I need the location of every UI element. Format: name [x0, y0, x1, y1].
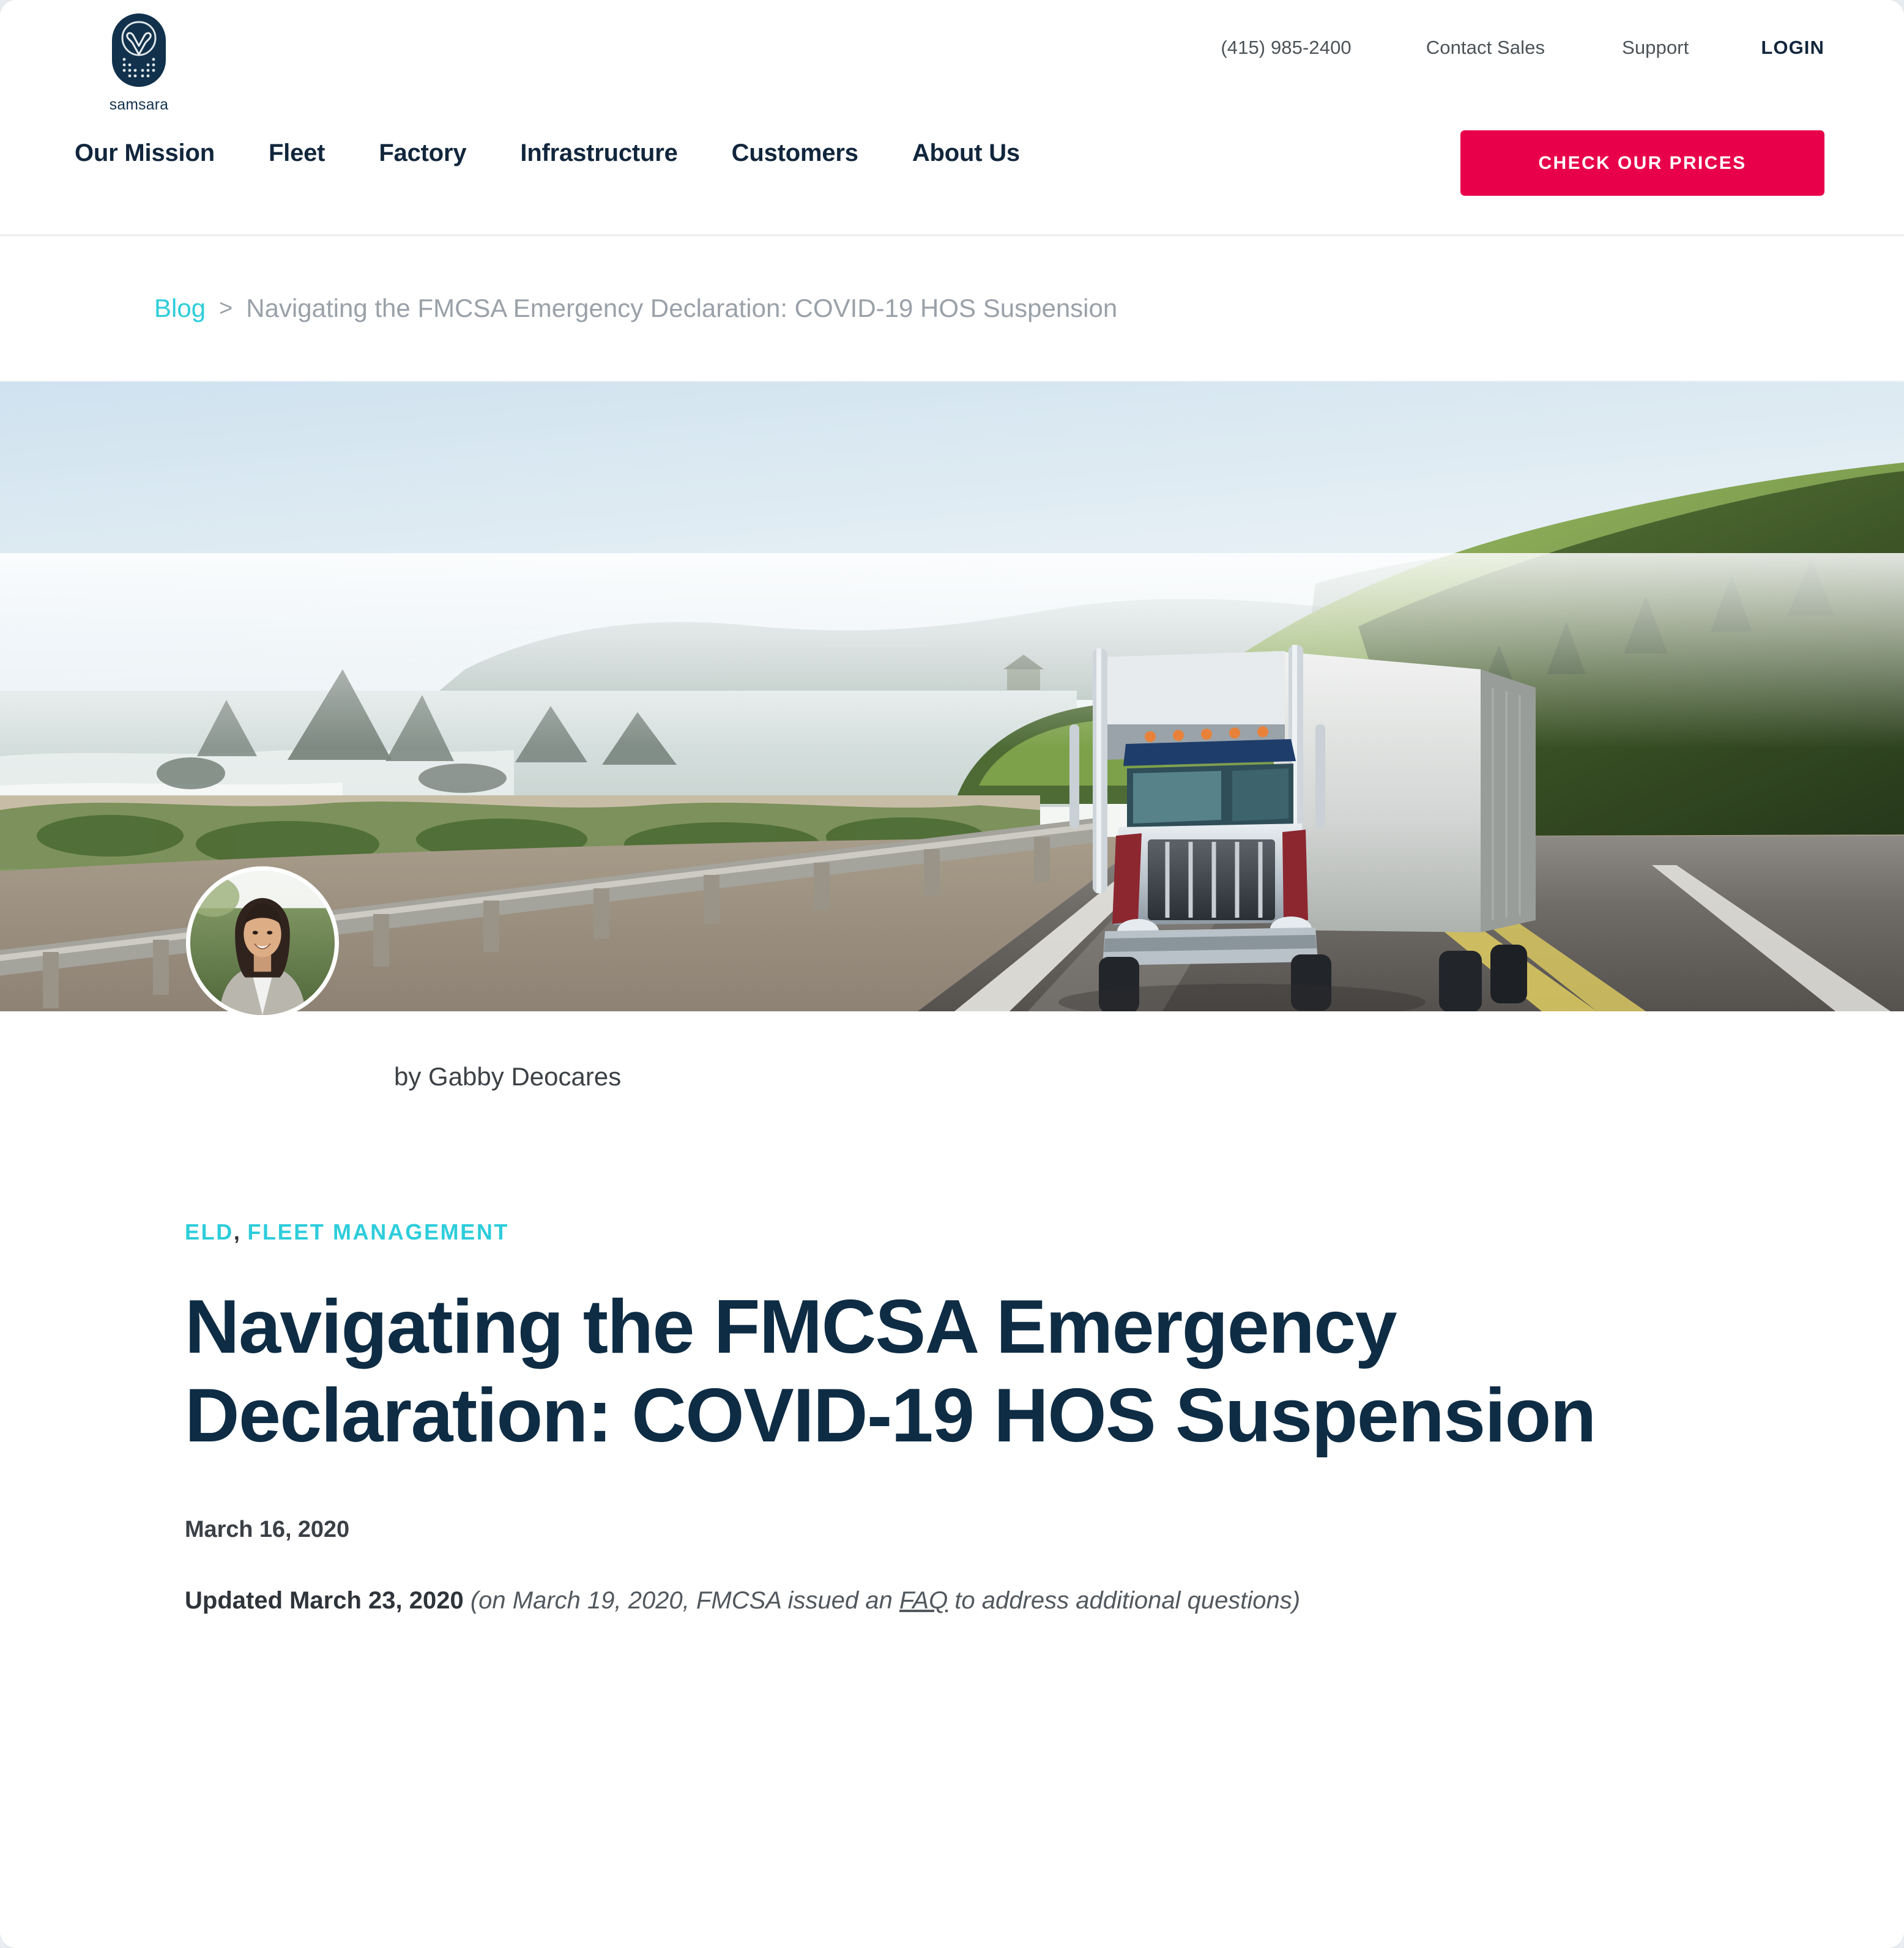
samsara-wordmark-icon: samsara — [110, 97, 168, 113]
nav-item-customers[interactable]: Customers — [732, 139, 858, 167]
main-nav: Our Mission Fleet Factory Infrastructure… — [75, 139, 1020, 167]
updated-note: Updated March 23, 2020 (on March 19, 202… — [185, 1581, 1623, 1620]
nav-item-about-us[interactable]: About Us — [912, 139, 1020, 167]
updated-italic-close: to address additional questions) — [948, 1587, 1301, 1615]
contact-sales-link[interactable]: Contact Sales — [1426, 37, 1545, 59]
breadcrumb-current: Navigating the FMCSA Emergency Declarati… — [246, 294, 1118, 322]
article: ELD , FLEET MANAGEMENT Navigating the FM… — [0, 1219, 1904, 1621]
author-photo-icon — [190, 871, 335, 1015]
category-separator: , — [233, 1219, 242, 1244]
publish-date: March 16, 2020 — [185, 1517, 349, 1543]
nav-item-factory[interactable]: Factory — [379, 139, 466, 167]
site-header: samsara (415) 985-2400 Contact Sales Sup… — [0, 0, 1904, 236]
nav-item-infrastructure[interactable]: Infrastructure — [520, 139, 677, 167]
samsara-owl-logo-icon — [112, 13, 166, 87]
category-fleet-management[interactable]: FLEET MANAGEMENT — [247, 1219, 509, 1245]
svg-text:samsara: samsara — [110, 97, 168, 113]
breadcrumb-separator-icon: > — [219, 295, 233, 321]
breadcrumb: Blog > Navigating the FMCSA Emergency De… — [0, 236, 1904, 382]
nav-item-fleet[interactable]: Fleet — [269, 139, 325, 167]
page-root: samsara (415) 985-2400 Contact Sales Sup… — [0, 0, 1904, 1948]
updated-prefix: Updated March 23, 2020 — [185, 1587, 464, 1615]
samsara-logo[interactable]: samsara — [75, 11, 203, 114]
utility-nav: (415) 985-2400 Contact Sales Support LOG… — [1221, 37, 1824, 59]
support-link[interactable]: Support — [1622, 37, 1689, 59]
breadcrumb-item-blog[interactable]: Blog — [154, 294, 206, 323]
check-our-prices-button[interactable]: CHECK OUR PRICES — [1460, 130, 1824, 196]
phone-link[interactable]: (415) 985-2400 — [1221, 37, 1351, 59]
author-byline: by Gabby Deocares — [394, 1062, 622, 1091]
login-link[interactable]: LOGIN — [1761, 37, 1824, 59]
avatar — [186, 866, 339, 1019]
page-title: Navigating the FMCSA Emergency Declarati… — [185, 1285, 1596, 1459]
category-eld[interactable]: ELD — [185, 1219, 234, 1245]
faq-link[interactable]: FAQ — [899, 1587, 948, 1614]
updated-italic-open: (on March 19, 2020, FMCSA issued an — [463, 1587, 899, 1615]
category-list: ELD , FLEET MANAGEMENT — [185, 1219, 1750, 1245]
semi-truck-icon — [1058, 645, 1536, 1011]
nav-item-our-mission[interactable]: Our Mission — [75, 139, 215, 167]
author-row: by Gabby Deocares — [0, 866, 1904, 1213]
